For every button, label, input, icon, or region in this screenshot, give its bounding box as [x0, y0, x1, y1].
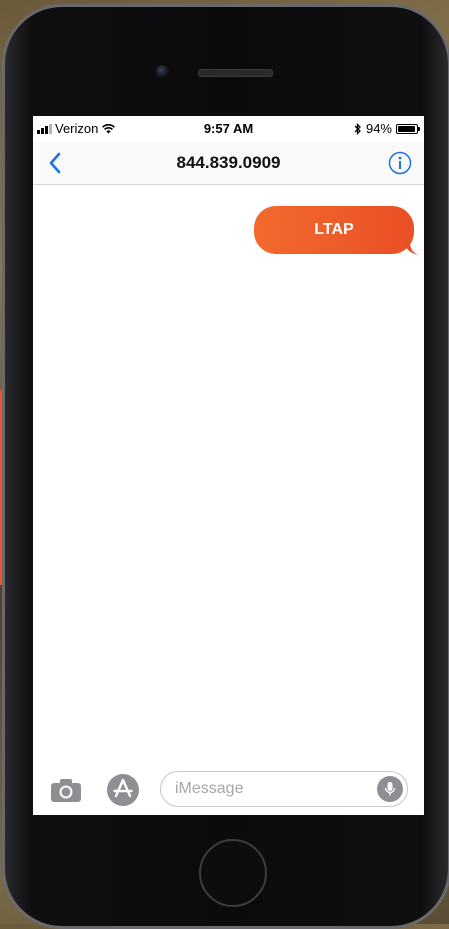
phone-screen: Verizon 9:57 AM 94% 844.839.0909 LTAP iM…: [33, 116, 424, 815]
app-store-icon[interactable]: [105, 772, 141, 808]
imessage-input[interactable]: iMessage: [160, 771, 408, 807]
bubble-tail: [404, 243, 418, 255]
camera-icon[interactable]: [49, 776, 83, 804]
home-button[interactable]: [199, 839, 267, 907]
message-thread: LTAP: [33, 185, 424, 765]
status-right: 94%: [354, 121, 420, 136]
info-icon[interactable]: [388, 151, 412, 175]
battery-icon: [396, 123, 420, 134]
microphone-icon[interactable]: [377, 776, 403, 802]
message-composer: iMessage: [33, 763, 424, 815]
front-camera: [156, 65, 169, 78]
bluetooth-icon: [354, 122, 361, 135]
status-bar: Verizon 9:57 AM 94%: [33, 116, 424, 142]
conversation-header: 844.839.0909: [33, 142, 424, 185]
battery-fill: [398, 125, 415, 132]
earpiece-speaker: [198, 69, 273, 77]
battery-percent: 94%: [365, 121, 392, 136]
imessage-placeholder: iMessage: [175, 780, 244, 797]
outgoing-message-bubble[interactable]: LTAP: [254, 206, 414, 254]
contact-number[interactable]: 844.839.0909: [33, 153, 424, 173]
